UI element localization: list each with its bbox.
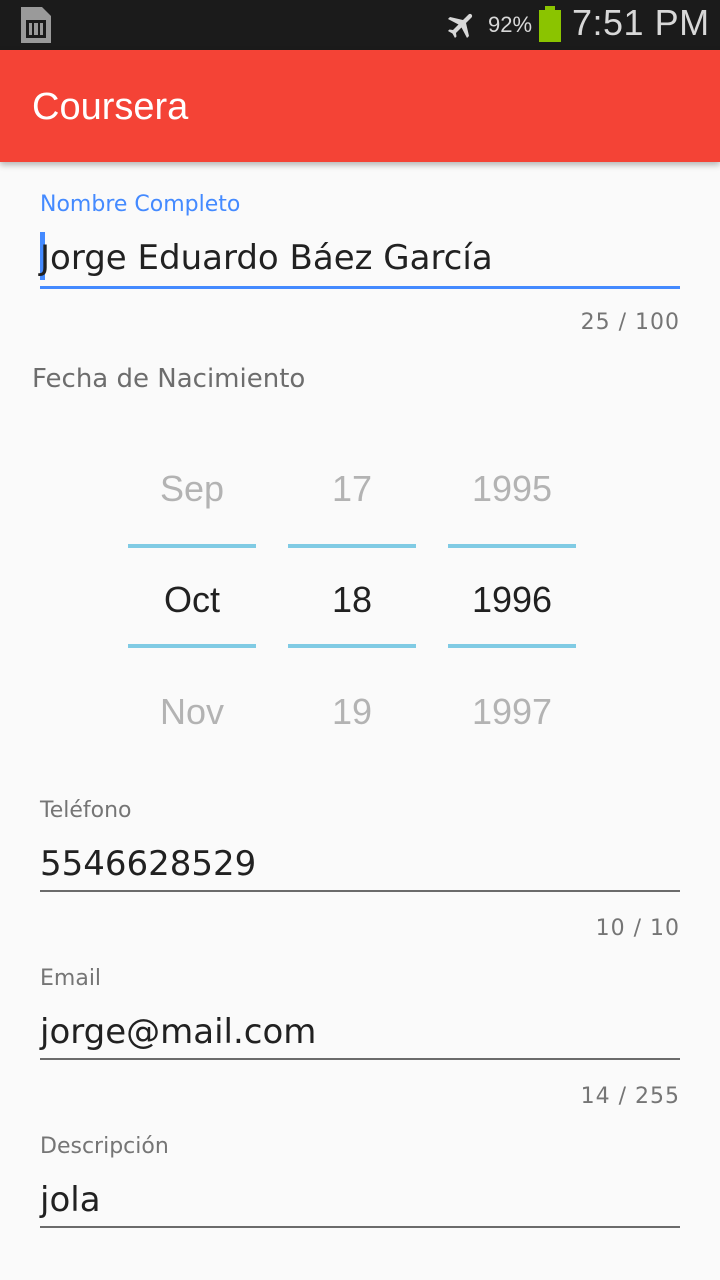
- sim-card-icon: [21, 7, 51, 43]
- year-next[interactable]: 1997: [448, 691, 576, 733]
- day-divider-top: [288, 544, 416, 548]
- nombre-label: Nombre Completo: [40, 192, 241, 217]
- day-selected[interactable]: 18: [288, 579, 416, 621]
- year-picker[interactable]: 1995 1996 1997: [448, 440, 576, 760]
- descripcion-underline: [40, 1226, 680, 1228]
- month-next[interactable]: Nov: [128, 691, 256, 733]
- day-divider-bottom: [288, 644, 416, 648]
- nombre-underline: [40, 286, 680, 289]
- year-divider-top: [448, 544, 576, 548]
- email-label: Email: [40, 966, 102, 991]
- month-divider-top: [128, 544, 256, 548]
- battery-icon: [539, 6, 561, 42]
- year-prev[interactable]: 1995: [448, 468, 576, 510]
- day-next[interactable]: 19: [288, 691, 416, 733]
- day-prev[interactable]: 17: [288, 468, 416, 510]
- nombre-input[interactable]: Jorge Eduardo Báez García: [40, 238, 493, 278]
- year-selected[interactable]: 1996: [448, 579, 576, 621]
- telefono-underline: [40, 890, 680, 892]
- email-input[interactable]: jorge@mail.com: [40, 1012, 316, 1052]
- telefono-label: Teléfono: [40, 798, 132, 823]
- app-bar: Coursera: [0, 50, 720, 162]
- app-title: Coursera: [32, 86, 189, 128]
- email-counter: 14 / 255: [580, 1084, 680, 1109]
- day-picker[interactable]: 17 18 19: [288, 440, 416, 760]
- fecha-label: Fecha de Nacimiento: [32, 364, 306, 394]
- telefono-input[interactable]: 5546628529: [40, 844, 256, 884]
- month-divider-bottom: [128, 644, 256, 648]
- battery-percentage: 92%: [488, 12, 533, 37]
- email-underline: [40, 1058, 680, 1060]
- nombre-counter: 25 / 100: [580, 310, 680, 335]
- status-bar: 92% 7:51 PM: [0, 0, 720, 50]
- month-prev[interactable]: Sep: [128, 468, 256, 510]
- status-time: 7:51 PM: [572, 2, 710, 43]
- descripcion-input[interactable]: jola: [40, 1180, 101, 1220]
- month-selected[interactable]: Oct: [128, 579, 256, 621]
- telefono-counter: 10 / 10: [595, 916, 680, 941]
- airplane-mode-icon: [447, 13, 473, 39]
- year-divider-bottom: [448, 644, 576, 648]
- month-picker[interactable]: Sep Oct Nov: [128, 440, 256, 760]
- descripcion-label: Descripción: [40, 1134, 169, 1159]
